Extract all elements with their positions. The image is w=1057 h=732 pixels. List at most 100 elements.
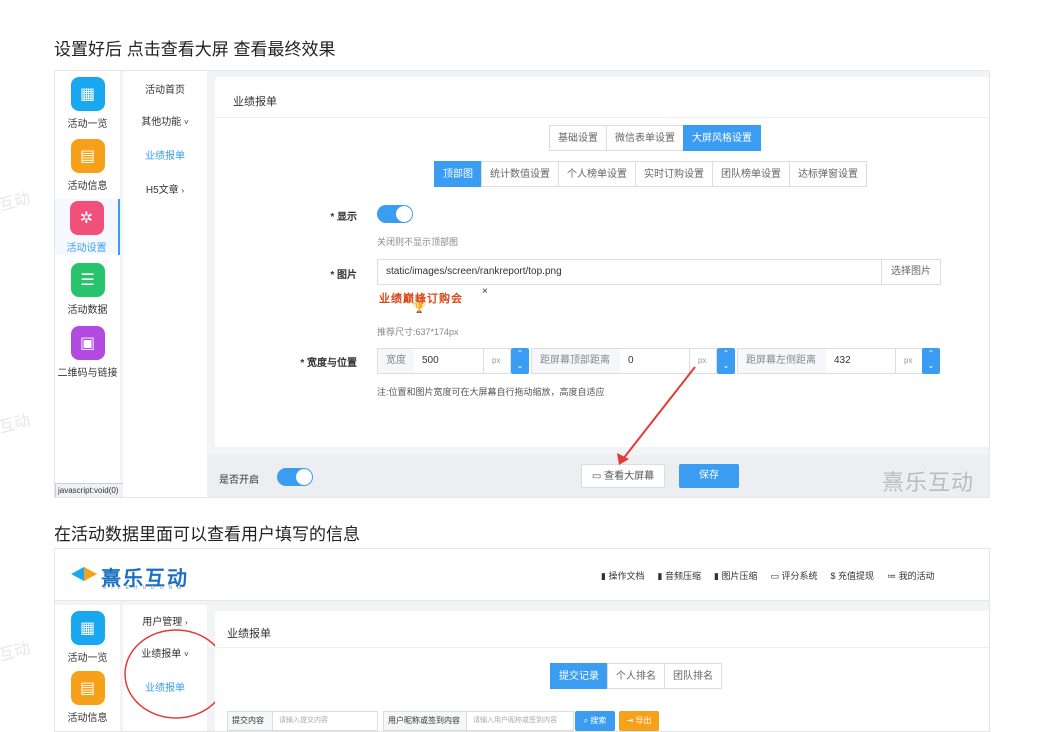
search-label: 搜索 [590,716,607,725]
nav-item-activity-info[interactable]: ▤ 活动信息 [55,671,120,724]
export-button[interactable]: ⇥ 导出 [619,711,659,731]
nav-item-qrcode[interactable]: ▣ 二维码与链接 [55,326,120,379]
card-title: 业绩报单 [233,96,277,108]
nav-item-activity-data[interactable]: ☰ 活动数据 [55,263,120,316]
submenu-label: 其他功能 [141,117,182,128]
tabs-secondary: 顶部图 统计数值设置 个人榜单设置 实时订购设置 团队榜单设置 达标弹窗设置 [434,161,867,187]
width-input[interactable]: 500 [414,348,484,374]
dollar-icon: $ [830,571,836,581]
nav-item-activity-settings[interactable]: ✲ 活动设置 [55,199,120,255]
nav-item-activity-list[interactable]: ▦ 活动一览 [55,77,120,130]
grid-icon: ▦ [70,611,105,645]
top-prefix: 距屏幕顶部距离 [531,348,621,374]
grid-icon: ▦ [70,77,105,111]
nav-label: 活动信息 [67,181,108,192]
caption-bottom: 在活动数据里面可以查看用户填写的信息 [54,525,360,544]
submenu-item[interactable]: H5文章 › [123,181,207,196]
nav-item-activity-list[interactable]: ▦ 活动一览 [55,611,120,664]
submenu-item-active[interactable]: 业绩报单 [123,147,207,162]
audio-icon: ▮ [657,571,663,581]
tab-screen-style[interactable]: 大屏风格设置 [683,125,761,151]
data-card: 业绩报单 提交记录 个人排名 团队排名 提交内容 请输入提交内容 用户昵称或签到… [215,611,989,731]
chevron-right-icon: › [185,618,188,627]
left-input[interactable]: 432 [826,348,896,374]
choose-image-button[interactable]: 选择图片 [881,259,941,285]
tab-basic[interactable]: 基础设置 [549,125,607,151]
nav-image-label: 图片压缩 [721,571,758,581]
position-hint: 注:位置和图片宽度可在大屏幕自行拖动缩放，高度自适应 [377,387,605,397]
trophy-icon: 🏆 [413,303,426,314]
divider [215,117,989,118]
watermark: 互动 [0,190,33,215]
banner-text: 业绩巅峰订购会 [379,293,463,305]
screenshot-settings: ▦ 活动一览 ▤ 活动信息 ✲ 活动设置 ☰ 活动数据 ▣ 二维码与链接 javascri… [54,70,990,498]
nickname-filter-input[interactable]: 请输入用户昵称或签到内容 [466,711,574,731]
tab-stats[interactable]: 统计数值设置 [481,161,559,187]
monitor-icon: ▭ [591,471,602,482]
tab-personal-rank[interactable]: 个人榜单设置 [558,161,636,187]
search-button[interactable]: ⌕ 搜索 [575,711,615,731]
left-nav: ▦ 活动一览 ▤ 活动信息 [55,605,120,731]
top-unit: px [689,348,717,374]
nav-audio-label: 音频压缩 [664,571,701,581]
database-icon: ☰ [70,263,105,297]
document-icon: ▤ [70,671,105,705]
nav-label: 活动数据 [67,305,108,316]
tab-team-rank[interactable]: 团队排名 [664,663,722,689]
width-unit: px [483,348,511,374]
nav-image[interactable]: ▮ 图片压缩 [714,569,757,582]
tab-top-image[interactable]: 顶部图 [434,161,482,187]
export-label: 导出 [635,716,652,725]
tab-realtime[interactable]: 实时订购设置 [635,161,713,187]
tab-submissions[interactable]: 提交记录 [550,663,608,689]
nav-docs-label: 操作文档 [608,571,645,581]
nav-item-activity-info[interactable]: ▤ 活动信息 [55,139,120,192]
left-unit: px [895,348,923,374]
nav-score-label: 评分系统 [781,571,818,581]
top-header: 熹乐互动 XILEHUDONG ▮ 操作文档 ▮ 音频压缩 ▮ 图片压缩 ▭ 评… [55,549,989,601]
nav-audio[interactable]: ▮ 音频压缩 [657,569,700,582]
image-path-input[interactable]: static/images/screen/rankreport/top.png [377,259,882,285]
nav-label: 活动一览 [67,653,108,664]
caption-top: 设置好后 点击查看大屏 查看最终效果 [54,40,336,59]
remove-image-icon[interactable]: × [482,286,488,297]
nav-label: 二维码与链接 [57,368,118,379]
top-stepper[interactable]: ⌃ ⌄ [717,348,735,374]
content-filter-input[interactable]: 请输入提交内容 [272,711,378,731]
nav-my-activities[interactable]: ≔ 我的活动 [887,569,935,582]
settings-card: 业绩报单 基础设置 微信表单设置 大屏风格设置 顶部图 统计数值设置 个人榜单设… [215,77,989,447]
enable-toggle[interactable] [277,468,313,486]
nav-recharge[interactable]: $ 充值提现 [831,569,875,582]
tab-team-rank[interactable]: 团队榜单设置 [712,161,790,187]
submenu-item[interactable]: 活动首页 [123,81,207,96]
submenu-item[interactable]: 用户管理 › [123,613,207,628]
tab-personal-rank[interactable]: 个人排名 [607,663,665,689]
image-label: * 图片 [330,270,357,281]
top-input[interactable]: 0 [620,348,690,374]
filter-row: 提交内容 请输入提交内容 用户昵称或签到内容 请输入用户昵称或签到内容 ⌕ 搜索… [227,711,987,731]
left-prefix: 距屏幕左侧距离 [737,348,827,374]
save-button[interactable]: 保存 [679,464,739,488]
monitor-icon: ▭ [770,571,779,581]
nav-docs[interactable]: ▮ 操作文档 [601,569,644,582]
position-label: * 宽度与位置 [300,358,357,369]
width-stepper[interactable]: ⌃ ⌄ [511,348,529,374]
gear-icon: ✲ [69,201,104,235]
status-bar: javascript:void(0) [55,483,129,497]
search-icon: ⌕ [583,716,589,725]
nav-label: 活动一览 [67,119,108,130]
nav-recharge-label: 充值提现 [838,571,875,581]
submenu-item[interactable]: 其他功能 ˅ [123,113,207,128]
export-icon: ⇥ [626,716,634,725]
tab-popup[interactable]: 达标弹窗设置 [789,161,867,187]
chevron-right-icon: › [181,186,185,195]
tab-wechat-form[interactable]: 微信表单设置 [606,125,684,151]
brand-watermark: 熹乐互动 [882,470,975,495]
logo-icon [71,563,97,585]
left-stepper[interactable]: ⌃ ⌄ [922,348,940,374]
show-toggle[interactable] [377,205,413,223]
view-screen-button[interactable]: ▭ 查看大屏幕 [581,464,665,488]
list-icon: ≔ [887,571,897,581]
nav-score[interactable]: ▭ 评分系统 [770,569,817,582]
enable-label: 是否开启 [219,475,259,486]
